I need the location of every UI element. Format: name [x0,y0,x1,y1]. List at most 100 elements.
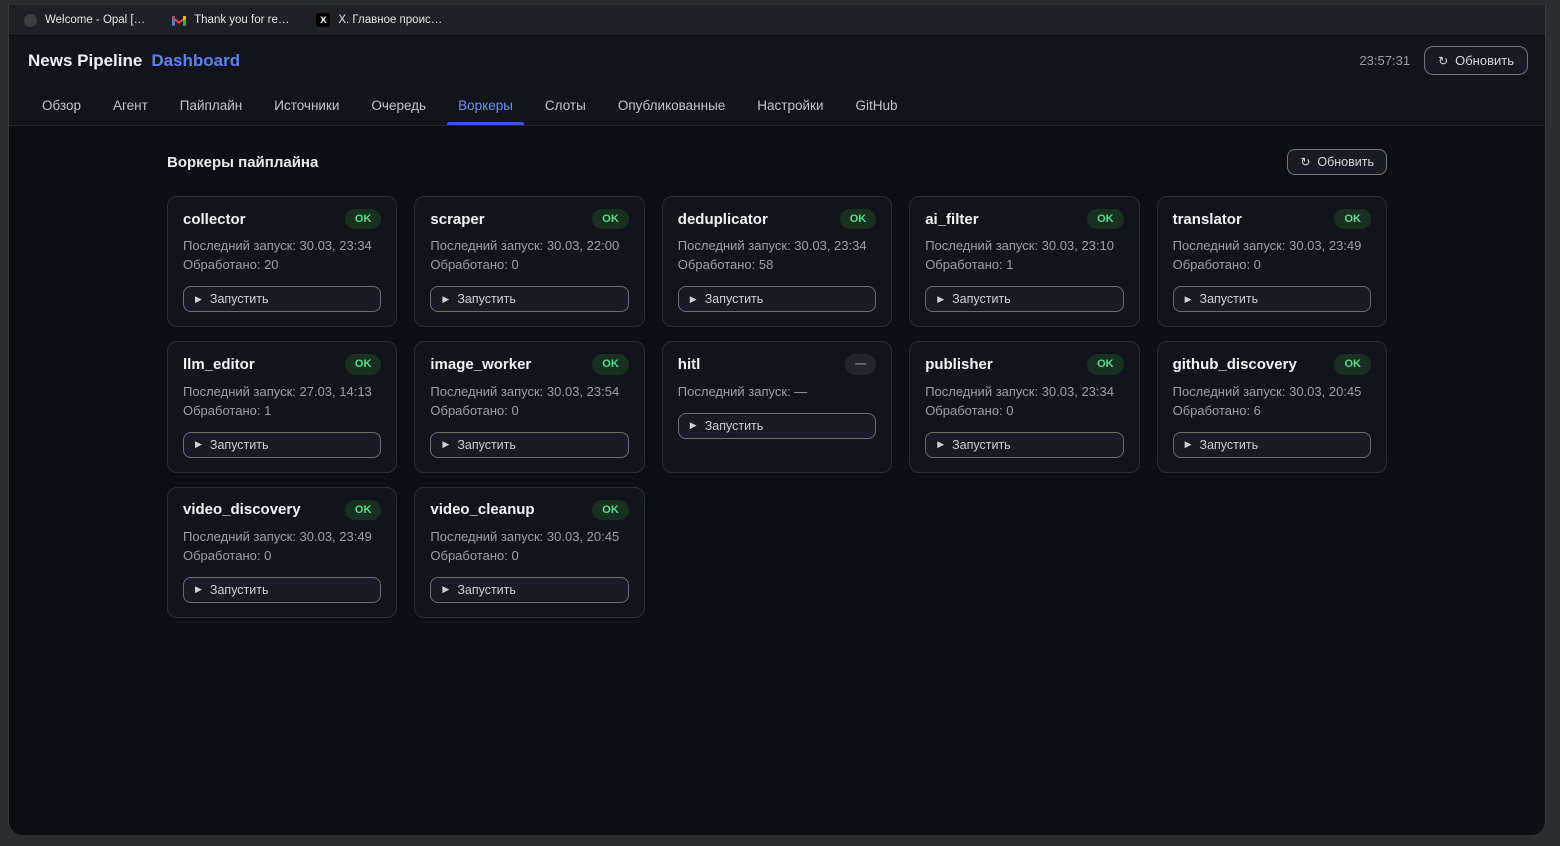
worker-name: deduplicator [678,211,768,228]
worker-processed: Обработано: 0 [183,546,381,565]
opal-favicon-icon [24,14,37,27]
run-worker-button[interactable]: ▶ Запустить [430,286,628,312]
worker-name: hitl [678,356,701,373]
run-label: Запустить [705,292,764,306]
worker-name: collector [183,211,246,228]
run-worker-button[interactable]: ▶ Запустить [183,432,381,458]
worker-processed: Обработано: 0 [925,401,1123,420]
tab-опубликованные[interactable]: Опубликованные [618,85,725,125]
run-label: Запустить [952,438,1011,452]
tab-агент[interactable]: Агент [113,85,148,125]
worker-processed: Обработано: 20 [183,255,381,274]
clock: 23:57:31 [1359,53,1410,68]
browser-tab-title: Thank you for re… [194,14,289,26]
run-label: Запустить [1200,438,1259,452]
worker-last-run: Последний запуск: 30.03, 23:54 [430,382,628,401]
run-label: Запустить [457,292,516,306]
header-refresh-button[interactable]: ↻ Обновить [1424,46,1528,75]
worker-name: image_worker [430,356,531,373]
worker-card: llm_editor OK Последний запуск: 27.03, 1… [167,341,397,472]
worker-name: llm_editor [183,356,255,373]
run-label: Запустить [705,419,764,433]
play-icon: ▶ [1185,440,1192,449]
tab-пайплайн[interactable]: Пайплайн [180,85,242,125]
worker-last-run: Последний запуск: 30.03, 23:34 [925,382,1123,401]
worker-status-badge: OK [1087,209,1124,229]
worker-status-badge: OK [345,209,382,229]
run-worker-button[interactable]: ▶ Запустить [430,432,628,458]
play-icon: ▶ [937,440,944,449]
nav-tabs: Обзор Агент Пайплайн Источники Очередь Воркер… [9,85,1545,126]
browser-tab-opal[interactable]: Welcome - Opal [… [24,14,145,27]
play-icon: ▶ [442,440,449,449]
worker-processed: Обработано: 1 [183,401,381,420]
main-content: Воркеры пайплайна ↻ Обновить collector O… [9,126,1545,835]
tab-github[interactable]: GitHub [856,85,898,125]
tab-настройки[interactable]: Настройки [757,85,823,125]
worker-card: hitl — Последний запуск: — ▶ Запустить [662,341,892,472]
tab-очередь[interactable]: Очередь [371,85,426,125]
worker-name: video_discovery [183,501,301,518]
worker-status-badge: OK [592,500,629,520]
run-label: Запустить [1200,292,1259,306]
worker-processed: Обработано: 0 [430,255,628,274]
worker-status-badge: OK [840,209,877,229]
run-worker-button[interactable]: ▶ Запустить [183,286,381,312]
run-worker-button[interactable]: ▶ Запустить [678,286,876,312]
run-worker-button[interactable]: ▶ Запустить [925,286,1123,312]
worker-last-run: Последний запуск: 30.03, 23:49 [1173,236,1371,255]
worker-last-run: Последний запуск: 30.03, 23:34 [678,236,876,255]
worker-name: translator [1173,211,1242,228]
run-worker-button[interactable]: ▶ Запустить [678,413,876,439]
run-label: Запустить [457,583,516,597]
worker-card: scraper OK Последний запуск: 30.03, 22:0… [414,196,644,327]
worker-name: ai_filter [925,211,978,228]
run-worker-button[interactable]: ▶ Запустить [183,577,381,603]
run-label: Запустить [952,292,1011,306]
app-subtitle: Dashboard [151,51,240,71]
worker-status-badge: OK [345,354,382,374]
worker-processed: Обработано: 6 [1173,401,1371,420]
play-icon: ▶ [690,421,697,430]
browser-window: Welcome - Opal [… Thank you for re… X X.… [8,5,1546,835]
tab-источники[interactable]: Источники [274,85,339,125]
refresh-icon: ↻ [1300,156,1310,168]
worker-status-badge: OK [1087,354,1124,374]
run-label: Запустить [457,438,516,452]
worker-status-badge: OK [592,209,629,229]
run-worker-button[interactable]: ▶ Запустить [430,577,628,603]
worker-last-run: Последний запуск: 30.03, 20:45 [430,527,628,546]
refresh-icon: ↻ [1438,55,1448,67]
tab-слоты[interactable]: Слоты [545,85,586,125]
worker-name: scraper [430,211,484,228]
worker-card: translator OK Последний запуск: 30.03, 2… [1157,196,1387,327]
worker-last-run: Последний запуск: 30.03, 20:45 [1173,382,1371,401]
worker-last-run: Последний запуск: 30.03, 22:00 [430,236,628,255]
run-label: Запустить [210,583,269,597]
tab-обзор[interactable]: Обзор [42,85,81,125]
worker-processed: Обработано: 0 [430,401,628,420]
play-icon: ▶ [690,295,697,304]
workers-grid: collector OK Последний запуск: 30.03, 23… [167,196,1387,618]
play-icon: ▶ [195,585,202,594]
worker-last-run: Последний запуск: 30.03, 23:10 [925,236,1123,255]
worker-processed: Обработано: 0 [1173,255,1371,274]
browser-tab-gmail[interactable]: Thank you for re… [172,13,289,27]
section-head: Воркеры пайплайна ↻ Обновить [167,149,1387,175]
run-worker-button[interactable]: ▶ Запустить [1173,432,1371,458]
worker-name: video_cleanup [430,501,534,518]
gmail-favicon-icon [172,13,186,27]
workers-refresh-button[interactable]: ↻ Обновить [1287,149,1387,175]
worker-status-badge: OK [1334,354,1371,374]
worker-processed: Обработано: 0 [430,546,628,565]
play-icon: ▶ [195,295,202,304]
browser-tab-x[interactable]: X X. Главное проис… [316,13,442,27]
worker-processed: Обработано: 58 [678,255,876,274]
browser-tab-title: X. Главное проис… [338,14,442,26]
worker-last-run: Последний запуск: — [678,382,876,401]
run-worker-button[interactable]: ▶ Запустить [925,432,1123,458]
worker-card: image_worker OK Последний запуск: 30.03,… [414,341,644,472]
x-favicon-icon: X [316,13,330,27]
run-worker-button[interactable]: ▶ Запустить [1173,286,1371,312]
tab-воркеры[interactable]: Воркеры [458,85,513,125]
